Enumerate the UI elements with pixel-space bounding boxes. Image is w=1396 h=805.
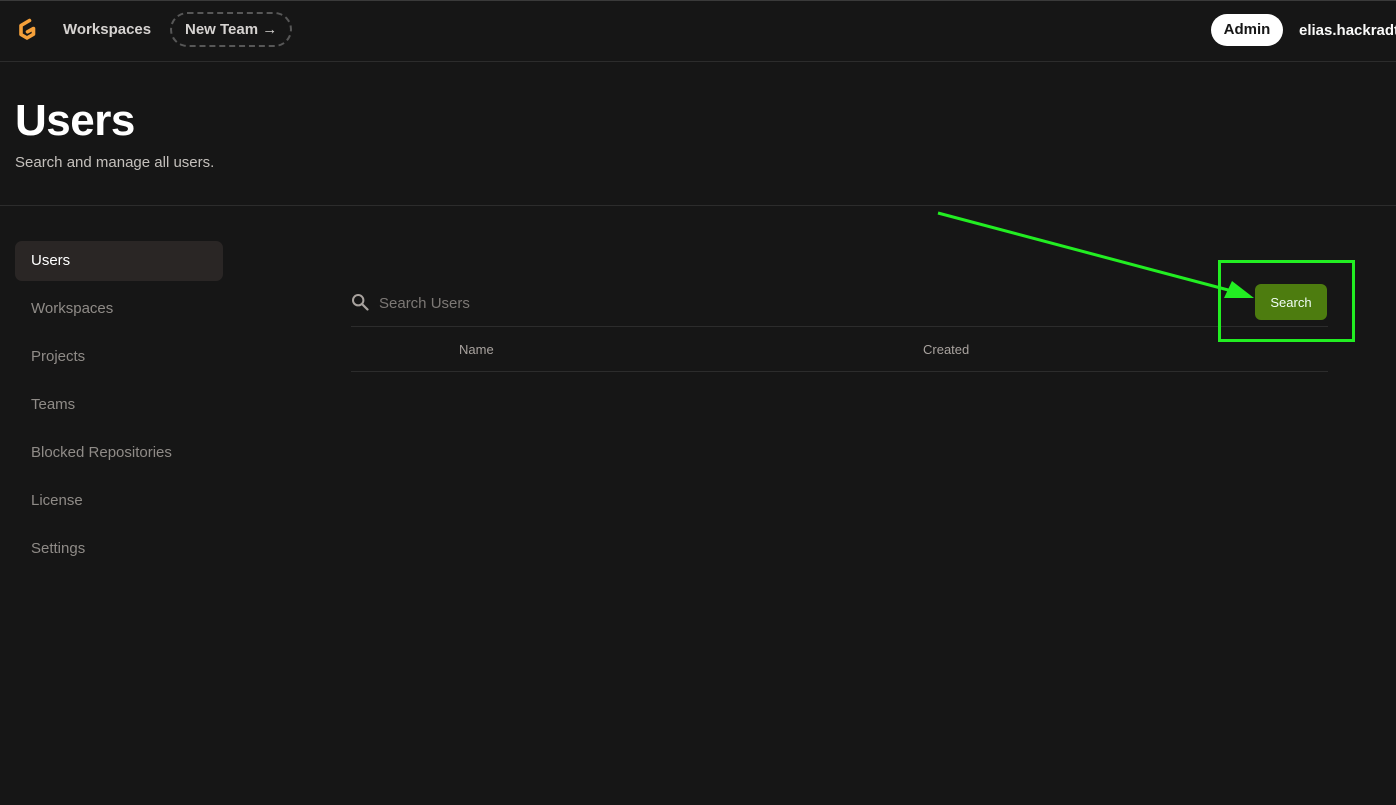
page-header: Users Search and manage all users. [0,62,1396,206]
gitpod-logo-icon[interactable] [14,16,40,44]
app-window: Workspaces New Team → Admin elias.hackra… [0,0,1396,805]
search-button[interactable]: Search [1255,284,1327,320]
sidebar-item-blocked-repositories[interactable]: Blocked Repositories [15,433,223,473]
sidebar-item-license[interactable]: License [15,481,223,521]
column-header-created: Created [923,342,970,357]
page-title: Users [15,96,135,145]
page-subtitle: Search and manage all users. [15,154,215,171]
sidebar-item-workspaces[interactable]: Workspaces [15,289,223,329]
column-header-name: Name [459,342,494,357]
sidebar-item-teams[interactable]: Teams [15,385,223,425]
admin-sidebar: Users Workspaces Projects Teams Blocked … [15,241,223,577]
top-navigation: Workspaces New Team → Admin elias.hackra… [0,1,1396,62]
nav-workspaces-link[interactable]: Workspaces [63,21,151,38]
admin-nav-pill[interactable]: Admin [1211,14,1283,46]
sidebar-item-users[interactable]: Users [15,241,223,281]
user-search-bar: Search [351,281,1328,327]
sidebar-item-projects[interactable]: Projects [15,337,223,377]
user-menu[interactable]: elias.hackradt [1299,22,1396,39]
new-team-button[interactable]: New Team → [170,12,293,47]
sidebar-item-settings[interactable]: Settings [15,529,223,569]
users-table-header: Name Created [351,327,1328,372]
search-icon [352,294,369,311]
search-users-input[interactable] [379,289,1199,317]
